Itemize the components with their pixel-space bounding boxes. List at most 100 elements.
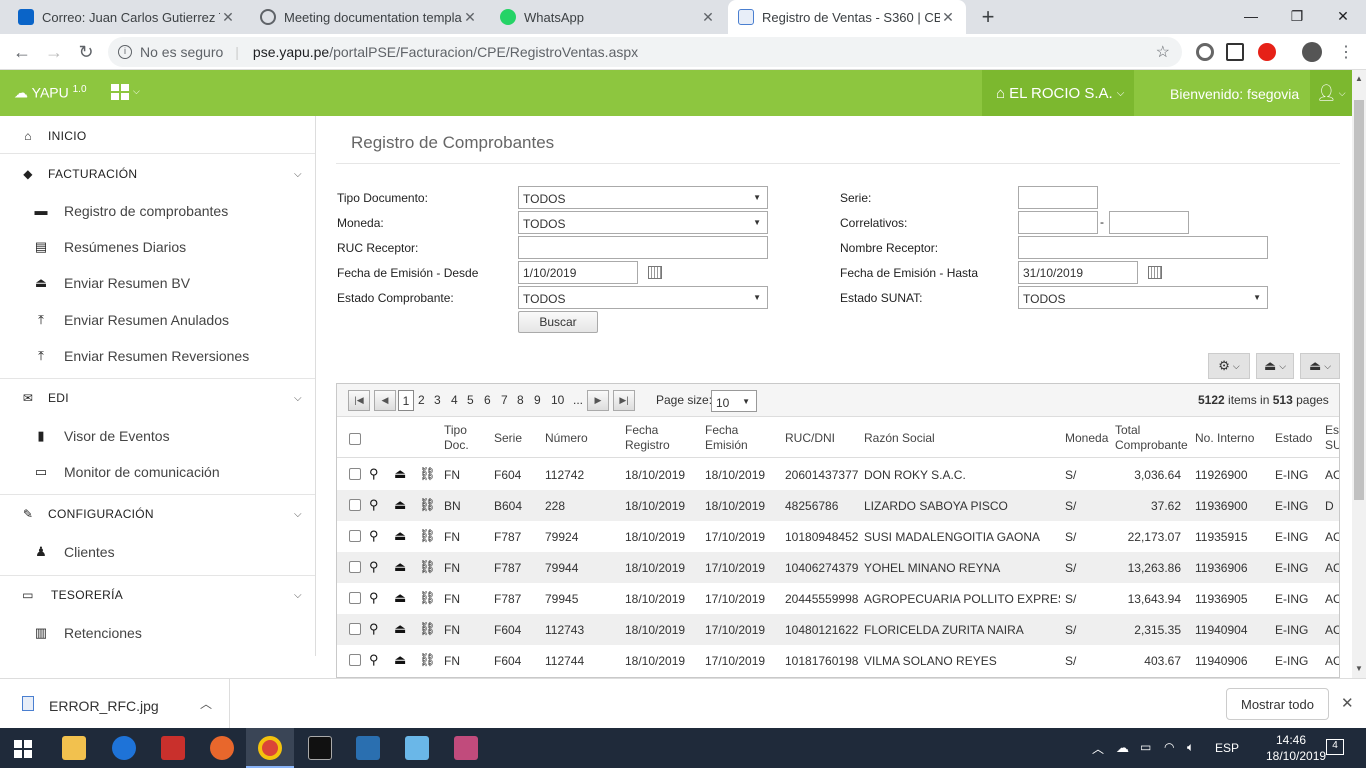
page-link[interactable]: 7 bbox=[501, 393, 508, 407]
page-link[interactable]: 2 bbox=[418, 393, 425, 407]
app-icon[interactable] bbox=[161, 736, 185, 760]
scroll-up-icon[interactable]: ▲ bbox=[1355, 74, 1363, 83]
reload-icon[interactable]: ↻ bbox=[74, 40, 98, 64]
download-icon[interactable]: ⏏ bbox=[394, 528, 406, 544]
first-page-icon[interactable]: |◀ bbox=[348, 390, 370, 411]
page-link[interactable]: 6 bbox=[484, 393, 491, 407]
calendar-icon[interactable] bbox=[648, 266, 662, 279]
fecha-hasta-input[interactable]: 31/10/2019 bbox=[1018, 261, 1138, 284]
profile-avatar-icon[interactable] bbox=[1302, 42, 1322, 62]
estado-comprobante-select[interactable]: TODOS ▼ bbox=[518, 286, 768, 309]
page-link[interactable]: 5 bbox=[467, 393, 474, 407]
onedrive-icon[interactable]: ☁ bbox=[1116, 740, 1129, 756]
link-icon[interactable]: ⛓ bbox=[419, 466, 436, 482]
app-icon[interactable] bbox=[210, 736, 234, 760]
page-ellipsis[interactable]: ... bbox=[573, 393, 583, 407]
download-icon[interactable]: ⏏ bbox=[394, 590, 406, 606]
network-icon[interactable]: ▭ bbox=[1140, 740, 1151, 754]
col-fecha-registro[interactable]: Fecha Registro bbox=[625, 423, 670, 453]
omnibox[interactable]: i No es seguro | pse.yapu.pe/portalPSE/F… bbox=[108, 37, 1182, 67]
link-icon[interactable]: ⛓ bbox=[419, 497, 436, 513]
col-estado-sunat[interactable]: EstSU bbox=[1325, 423, 1339, 453]
link-icon[interactable]: ⛓ bbox=[419, 652, 436, 668]
col-moneda[interactable]: Moneda bbox=[1065, 431, 1108, 446]
link-icon[interactable]: ⛓ bbox=[419, 528, 436, 544]
row-checkbox[interactable] bbox=[349, 592, 361, 604]
page-link[interactable]: 4 bbox=[451, 393, 458, 407]
col-tipo-doc[interactable]: Tipo Doc. bbox=[444, 423, 469, 453]
page-link[interactable]: 3 bbox=[434, 393, 441, 407]
download-icon[interactable]: ⏏ bbox=[394, 466, 406, 482]
page-link[interactable]: 10 bbox=[551, 393, 564, 407]
row-checkbox[interactable] bbox=[349, 499, 361, 511]
row-checkbox[interactable] bbox=[349, 468, 361, 480]
last-page-icon[interactable]: ▶| bbox=[613, 390, 635, 411]
restore-icon[interactable]: ❐ bbox=[1274, 0, 1320, 32]
export-menu-button-2[interactable]: ⏏ ⌵ bbox=[1300, 353, 1340, 379]
download-icon[interactable]: ⏏ bbox=[394, 621, 406, 637]
download-icon[interactable]: ⏏ bbox=[394, 559, 406, 575]
scrollbar-thumb[interactable] bbox=[1354, 100, 1364, 500]
correlativo-hasta-input[interactable] bbox=[1109, 211, 1189, 234]
page-link[interactable]: 9 bbox=[534, 393, 541, 407]
col-serie[interactable]: Serie bbox=[494, 431, 522, 446]
table-row[interactable]: ⚲ ⏏ ⛓ FN F787 79944 18/10/2019 17/10/2019 104062… bbox=[337, 552, 1339, 583]
row-checkbox[interactable] bbox=[349, 561, 361, 573]
volume-icon[interactable]: 🔈︎ bbox=[1187, 740, 1194, 755]
page-scrollbar[interactable]: ▲ ▼ bbox=[1352, 70, 1366, 678]
chrome-icon[interactable] bbox=[258, 736, 282, 760]
tab-outlook[interactable]: Correo: Juan Carlos Gutierrez Tru ✕ bbox=[8, 0, 246, 34]
prev-page-icon[interactable]: ◀ bbox=[374, 390, 396, 411]
chevron-up-icon[interactable]: ︿ bbox=[200, 695, 212, 712]
wifi-icon[interactable]: ◠ bbox=[1164, 740, 1174, 754]
col-fecha-emision[interactable]: Fecha Emisión bbox=[705, 423, 748, 453]
sidebar-item-inicio[interactable]: ⌂ INICIO bbox=[0, 128, 315, 144]
edge-icon[interactable] bbox=[112, 736, 136, 760]
link-icon[interactable]: ⛓ bbox=[419, 621, 436, 637]
row-checkbox[interactable] bbox=[349, 530, 361, 542]
page-size-select[interactable]: 10 ▼ bbox=[711, 390, 757, 412]
apps-grid-icon[interactable]: ⌵ bbox=[111, 84, 143, 102]
notifications-icon[interactable]: 4 bbox=[1326, 739, 1344, 755]
close-icon[interactable]: ✕ bbox=[700, 9, 716, 26]
youtube-extension-icon[interactable] bbox=[1258, 43, 1276, 61]
view-icon[interactable]: ⚲ bbox=[369, 528, 379, 544]
table-row[interactable]: ⚲ ⏏ ⛓ FN F604 112744 18/10/2019 17/10/2019 10181… bbox=[337, 645, 1339, 676]
tab-whatsapp[interactable]: WhatsApp ✕ bbox=[490, 0, 726, 34]
export-menu-button[interactable]: ⏏ ⌵ bbox=[1256, 353, 1294, 379]
nombre-receptor-input[interactable] bbox=[1018, 236, 1268, 259]
sidebar-group-facturacion[interactable]: ◆ FACTURACIÓN ⌵ bbox=[0, 166, 315, 182]
view-icon[interactable]: ⚲ bbox=[369, 652, 379, 668]
company-selector[interactable]: ⌂ EL ROCIO S.A. ⌵ bbox=[982, 70, 1134, 116]
table-row[interactable]: ⚲ ⏏ ⛓ FN F604 112742 18/10/2019 18/10/2019 20601… bbox=[337, 459, 1339, 490]
close-icon[interactable]: ✕ bbox=[1341, 694, 1354, 712]
calendar-icon[interactable] bbox=[1148, 266, 1162, 279]
terminal-icon[interactable] bbox=[308, 736, 332, 760]
col-ruc[interactable]: RUC/DNI bbox=[785, 431, 835, 446]
view-icon[interactable]: ⚲ bbox=[369, 590, 379, 606]
virtualbox-icon[interactable] bbox=[356, 736, 380, 760]
back-icon[interactable]: ← bbox=[10, 40, 34, 64]
scroll-down-icon[interactable]: ▼ bbox=[1355, 664, 1363, 673]
sidebar-group-configuracion[interactable]: ✎ CONFIGURACIÓN ⌵ bbox=[0, 506, 315, 522]
chrome-menu-icon[interactable]: ⋮ bbox=[1338, 42, 1354, 62]
view-icon[interactable]: ⚲ bbox=[369, 559, 379, 575]
download-icon[interactable]: ⏏ bbox=[394, 652, 406, 668]
row-checkbox[interactable] bbox=[349, 623, 361, 635]
row-checkbox[interactable] bbox=[349, 654, 361, 666]
close-icon[interactable]: ✕ bbox=[220, 9, 236, 26]
language-indicator[interactable]: ESP bbox=[1215, 741, 1239, 755]
close-icon[interactable]: ✕ bbox=[940, 9, 956, 26]
serie-input[interactable] bbox=[1018, 186, 1098, 209]
security-indicator[interactable]: i No es seguro bbox=[118, 44, 223, 60]
tab-meeting-doc[interactable]: Meeting documentation templat ✕ bbox=[250, 0, 488, 34]
ruc-receptor-input[interactable] bbox=[518, 236, 768, 259]
file-explorer-icon[interactable] bbox=[62, 736, 86, 760]
select-all-checkbox[interactable] bbox=[349, 433, 361, 445]
app-icon[interactable] bbox=[454, 736, 478, 760]
col-no-interno[interactable]: No. Interno bbox=[1195, 431, 1254, 446]
page-link[interactable]: 8 bbox=[517, 393, 524, 407]
extension-icon[interactable] bbox=[1196, 43, 1214, 61]
correlativo-desde-input[interactable] bbox=[1018, 211, 1098, 234]
table-row[interactable]: ⚲ ⏏ ⛓ FN F604 112743 18/10/2019 17/10/2019 10480… bbox=[337, 614, 1339, 645]
